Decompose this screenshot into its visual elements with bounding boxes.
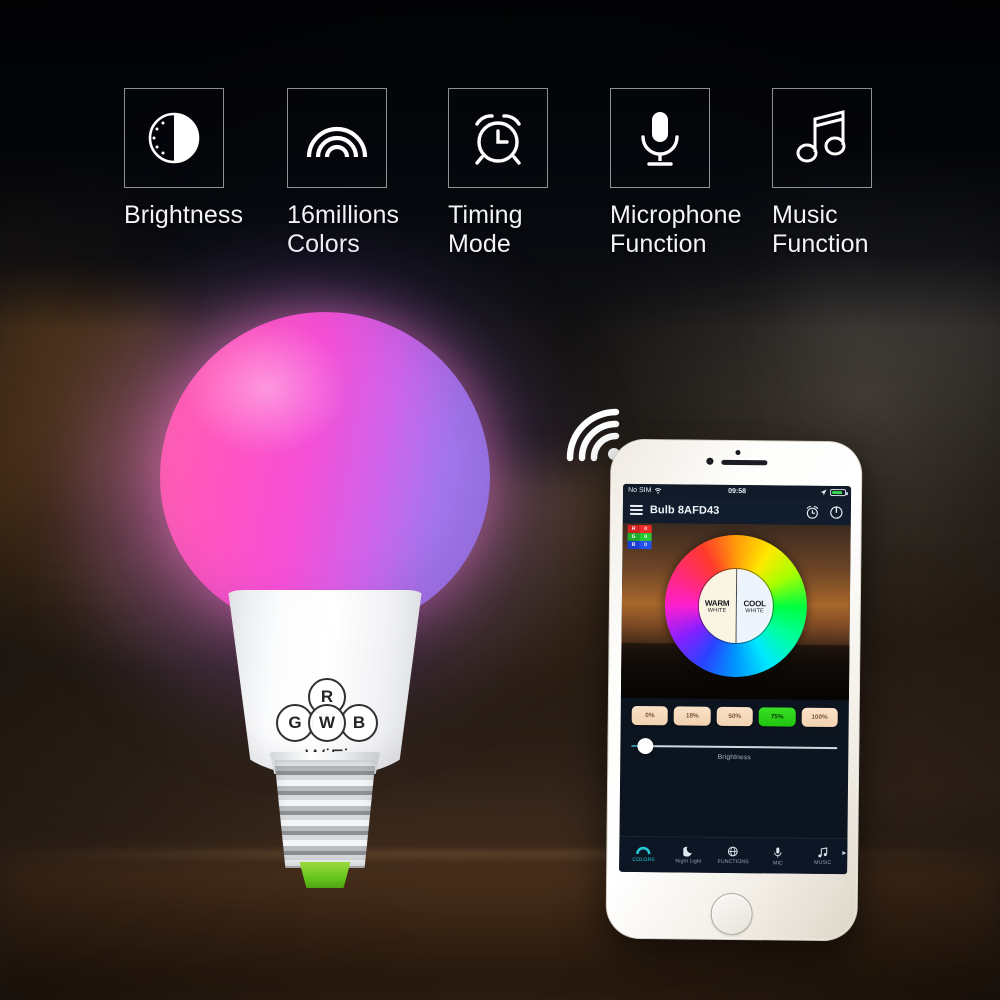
music-note-icon xyxy=(796,110,846,163)
brightness-presets: 0% 18% 50% 75% 100% xyxy=(631,705,838,728)
preset-75[interactable]: 75% xyxy=(758,707,796,727)
feature-label: 16millions Colors xyxy=(287,201,400,258)
microphone-icon xyxy=(774,846,782,857)
battery-icon xyxy=(830,488,849,497)
slider-knob[interactable] xyxy=(637,737,654,755)
feature-item-timing: Timing Mode xyxy=(448,88,548,259)
rgb-row-red: R0 xyxy=(627,524,652,534)
feature-strip: Brightness 16millions Colors Timing Mode xyxy=(0,0,1000,285)
bulb-contact-tip xyxy=(299,862,351,888)
rgb-row-blue: B0 xyxy=(627,540,652,550)
rgbw-badge: R G B W WiFi xyxy=(272,678,382,769)
feature-item-microphone: Microphone Function xyxy=(610,88,742,259)
slider-track[interactable] xyxy=(631,737,838,755)
feature-label: Music Function xyxy=(772,201,869,258)
tab-music[interactable]: MUSIC xyxy=(800,847,845,866)
color-arc-icon xyxy=(636,846,651,855)
bottom-tab-bar: COLORS Night Light FUNCTIONS MIC MUSIC ▸ xyxy=(619,835,848,875)
feature-item-colors: 16millions Colors xyxy=(287,88,399,259)
preset-0[interactable]: 0% xyxy=(631,705,669,726)
slider-label: Brightness xyxy=(717,753,751,762)
bulb-screw-base xyxy=(274,760,376,868)
app-header: Bulb 8AFD43 xyxy=(622,496,852,526)
power-icon[interactable] xyxy=(829,504,844,519)
feature-icon-box xyxy=(610,88,710,188)
color-wheel[interactable]: WARM WHITE COOL WHITE xyxy=(664,534,808,678)
globe-icon xyxy=(728,846,739,857)
front-camera xyxy=(706,457,714,465)
smartphone: No SIM 09:58 Bulb 8AFD43 R 0 G 0 B 0 WAR… xyxy=(605,438,863,942)
hamburger-menu-icon[interactable] xyxy=(629,504,643,516)
rainbow-icon xyxy=(306,126,368,158)
phone-screen: No SIM 09:58 Bulb 8AFD43 R 0 G 0 B 0 WAR… xyxy=(619,483,852,875)
brightness-slider[interactable]: Brightness xyxy=(631,737,838,762)
preset-50[interactable]: 50% xyxy=(716,706,754,727)
microphone-icon xyxy=(641,112,679,166)
tab-mic[interactable]: MIC xyxy=(756,846,801,866)
bulb-globe xyxy=(160,312,490,630)
feature-icon-box xyxy=(124,88,224,188)
feature-icon-box xyxy=(287,88,387,188)
preset-100[interactable]: 100% xyxy=(801,707,838,728)
badge-circle-w: W xyxy=(308,704,346,742)
feature-item-brightness: Brightness xyxy=(124,88,243,230)
feature-icon-box xyxy=(448,88,548,188)
preset-18[interactable]: 18% xyxy=(674,706,711,726)
alarm-clock-icon xyxy=(475,114,521,165)
status-bar: No SIM 09:58 xyxy=(623,483,852,500)
tab-night-light[interactable]: Night Light xyxy=(666,845,711,865)
smart-led-bulb: R G B W WiFi xyxy=(78,260,578,940)
rgb-indicator-chips[interactable]: R0 G0 B0 xyxy=(627,524,652,550)
tab-functions[interactable]: FUNCTIONS xyxy=(711,846,756,865)
brightness-icon xyxy=(148,112,200,164)
bulb-name-label: Bulb 8AFD43 xyxy=(649,504,720,517)
alarm-clock-icon[interactable] xyxy=(805,504,820,519)
rgb-row-green: G0 xyxy=(627,532,652,542)
feature-label: Timing Mode xyxy=(448,201,523,258)
music-note-icon xyxy=(818,847,828,858)
moon-icon xyxy=(682,846,692,857)
status-time: 09:58 xyxy=(728,487,747,496)
white-selector[interactable]: WARM WHITE COOL WHITE xyxy=(697,567,775,645)
feature-label: Brightness xyxy=(124,201,244,229)
feature-icon-box xyxy=(772,88,872,188)
feature-label: Microphone Function xyxy=(610,201,742,258)
proximity-sensor xyxy=(735,450,741,456)
home-button[interactable] xyxy=(710,892,753,936)
tab-colors[interactable]: COLORS xyxy=(621,846,666,863)
earpiece-speaker xyxy=(721,459,768,466)
more-tabs-arrow[interactable]: ▸ xyxy=(842,848,846,857)
feature-item-music: Music Function xyxy=(772,88,872,259)
